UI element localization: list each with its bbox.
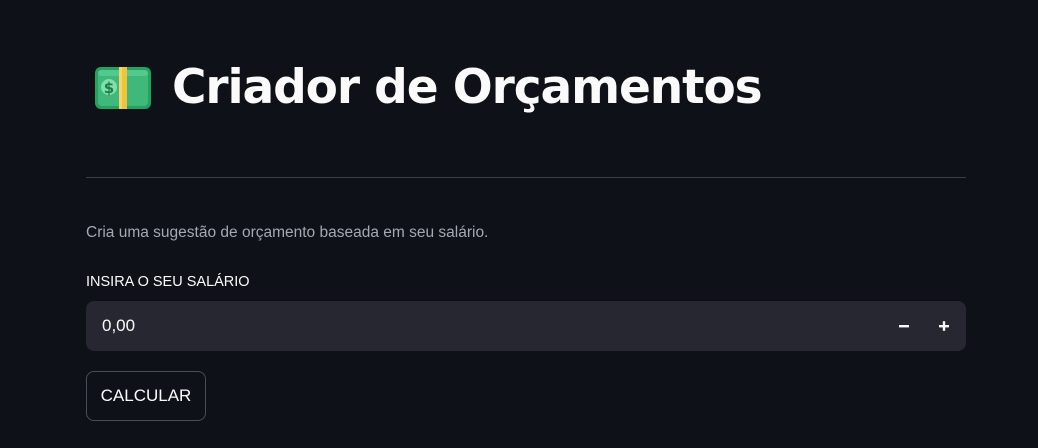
app-page: $ Criador de Orçamentos Cria uma sugestã… <box>0 0 1038 448</box>
salary-field-label: INSIRA O SEU SALÁRIO <box>86 274 250 290</box>
calculate-button[interactable]: CALCULAR <box>86 371 206 421</box>
header: $ Criador de Orçamentos <box>94 56 763 120</box>
page-title: Criador de Orçamentos <box>172 60 763 115</box>
page-description: Cria uma sugestão de orçamento baseada e… <box>86 224 489 241</box>
minus-icon <box>899 325 909 328</box>
divider <box>86 177 966 178</box>
salary-number-input <box>86 301 966 351</box>
decrement-button[interactable] <box>884 301 924 351</box>
plus-icon <box>939 321 949 331</box>
salary-input[interactable] <box>86 301 884 351</box>
increment-button[interactable] <box>924 301 964 351</box>
money-bill-icon: $ <box>95 67 151 109</box>
svg-text:$: $ <box>104 79 114 97</box>
